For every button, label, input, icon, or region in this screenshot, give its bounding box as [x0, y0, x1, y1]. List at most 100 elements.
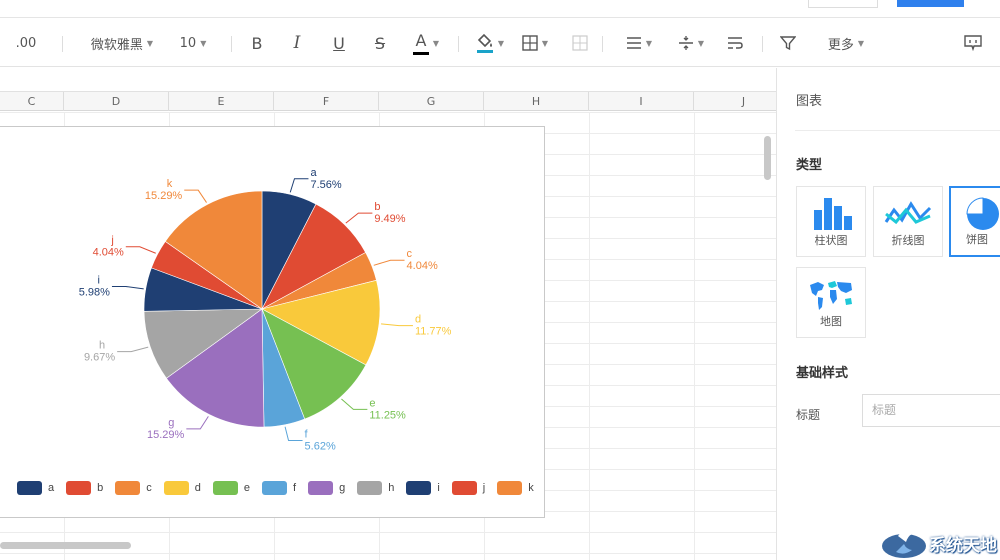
filter-button[interactable] — [778, 19, 798, 67]
legend-label: b — [97, 482, 104, 494]
chart-legend: a b c d e f g h i j k — [17, 480, 546, 496]
legend-item-h[interactable]: h — [357, 481, 394, 495]
comment-button[interactable] — [962, 19, 984, 67]
border-grid-icon — [522, 35, 538, 51]
bold-icon: B — [251, 33, 263, 53]
column-header[interactable]: E — [169, 92, 274, 111]
legend-item-d[interactable]: d — [163, 481, 201, 495]
world-map-icon — [810, 281, 852, 310]
legend-label: c — [146, 482, 152, 494]
slice-name-label: h — [99, 340, 105, 352]
legend-item-j[interactable]: j — [451, 481, 485, 495]
font-size-select[interactable]: 10 ▼ — [176, 19, 210, 67]
font-color-button[interactable]: A ▼ — [408, 19, 444, 67]
chevron-down-icon: ▼ — [200, 38, 207, 48]
strikethrough-button[interactable]: S — [370, 19, 390, 67]
legend-item-i[interactable]: i — [406, 481, 440, 495]
wrap-text-icon — [728, 37, 743, 49]
slice-percent-label: 9.49% — [374, 213, 405, 225]
more-label: 更多 — [827, 37, 854, 53]
chart-settings-panel: 图表 类型 柱状图 折线图 饼图 地图 基础样式 标题 标题 — [776, 68, 1000, 560]
leader-line-a — [289, 178, 309, 193]
italic-button[interactable]: I — [287, 19, 307, 67]
legend-swatch — [163, 481, 189, 495]
column-header[interactable]: H — [484, 92, 589, 111]
vertical-align-icon — [678, 36, 693, 50]
fill-color-button[interactable]: ▼ — [472, 19, 508, 67]
underline-button[interactable]: U — [329, 19, 349, 67]
vertical-align-button[interactable]: ▼ — [674, 19, 708, 67]
column-header[interactable]: F — [274, 92, 379, 111]
merge-cells-button[interactable] — [570, 19, 590, 67]
border-button[interactable]: ▼ — [519, 19, 551, 67]
legend-swatch — [406, 481, 432, 495]
font-family-select[interactable]: 微软雅黑 ▼ — [84, 19, 160, 67]
slice-percent-label: 11.25% — [369, 409, 406, 421]
legend-label: e — [243, 482, 250, 494]
slice-name-label: a — [310, 167, 317, 179]
divider — [795, 130, 1000, 131]
legend-item-a[interactable]: a — [17, 481, 54, 495]
legend-swatch — [357, 481, 383, 495]
chart-type-map[interactable]: 地图 — [796, 267, 866, 338]
chevron-down-icon: ▼ — [697, 38, 705, 48]
column-header[interactable]: D — [64, 92, 169, 111]
vertical-scrollbar[interactable] — [764, 136, 771, 180]
column-header[interactable]: J — [694, 92, 776, 111]
divider — [231, 36, 232, 52]
slice-percent-label: 4.04% — [93, 247, 124, 259]
legend-swatch — [308, 481, 334, 495]
top-control[interactable] — [808, 0, 878, 8]
column-header[interactable]: C — [0, 92, 64, 111]
align-button[interactable]: ▼ — [622, 19, 656, 67]
slice-name-label: b — [374, 201, 380, 213]
slice-percent-label: 15.29% — [147, 429, 185, 441]
legend-swatch — [17, 481, 42, 495]
leader-line-i — [111, 286, 144, 290]
pie-chart-icon — [966, 197, 999, 230]
leader-line-k — [184, 189, 207, 203]
chart-type-label: 地图 — [820, 315, 842, 328]
leader-line-h — [117, 346, 149, 353]
slice-name-label: g — [168, 417, 174, 429]
chart-type-bar[interactable]: 柱状图 — [796, 186, 866, 257]
watermark-text: 系统天地 — [929, 536, 997, 556]
align-center-icon — [626, 37, 641, 49]
wrap-text-button[interactable] — [724, 19, 746, 67]
more-button[interactable]: 更多 ▼ — [822, 19, 870, 67]
comment-icon — [964, 35, 982, 51]
legend-swatch — [115, 481, 141, 495]
decimal-button[interactable]: .00 — [14, 19, 38, 67]
sheet-area[interactable]: C D E F G H I J a 7.56% b 9.49% c 4.04% d 11.77… — [0, 68, 776, 560]
legend-item-e[interactable]: e — [212, 481, 250, 495]
leader-line-d — [381, 323, 413, 327]
panel-title: 图表 — [796, 94, 823, 109]
divider — [762, 36, 763, 52]
slice-percent-label: 11.77% — [415, 326, 452, 338]
chart-type-pie[interactable]: 饼图 — [949, 186, 1000, 257]
pie-chart-canvas: a7.56%b9.49%c4.04%d11.77%e11.25%f5.62%g1… — [79, 167, 452, 453]
watermark: 系统天地 — [874, 522, 1000, 560]
legend-item-k[interactable]: k — [497, 481, 534, 495]
chart-type-line[interactable]: 折线图 — [873, 186, 943, 257]
legend-swatch — [451, 481, 477, 495]
font-color-icon: A — [412, 31, 429, 55]
column-header[interactable]: G — [379, 92, 484, 111]
top-primary-button[interactable] — [897, 0, 964, 7]
bold-button[interactable]: B — [247, 19, 267, 67]
underline-icon: U — [333, 33, 345, 53]
leader-line-j — [125, 246, 156, 254]
title-input[interactable]: 标题 — [862, 394, 1000, 427]
legend-item-g[interactable]: g — [308, 481, 345, 495]
legend-item-b[interactable]: b — [66, 481, 103, 495]
legend-item-c[interactable]: c — [115, 481, 152, 495]
italic-icon: I — [293, 33, 301, 53]
strikethrough-icon: S — [374, 33, 386, 53]
pie-chart[interactable]: a 7.56% b 9.49% c 4.04% d 11.77% e 11.25% f 5.62% g 1… — [0, 126, 545, 518]
slice-name-label: i — [97, 275, 99, 287]
legend-item-f[interactable]: f — [262, 481, 296, 495]
legend-swatch — [66, 481, 92, 495]
horizontal-scrollbar[interactable] — [0, 542, 131, 549]
divider — [602, 36, 603, 52]
column-header[interactable]: I — [589, 92, 694, 111]
